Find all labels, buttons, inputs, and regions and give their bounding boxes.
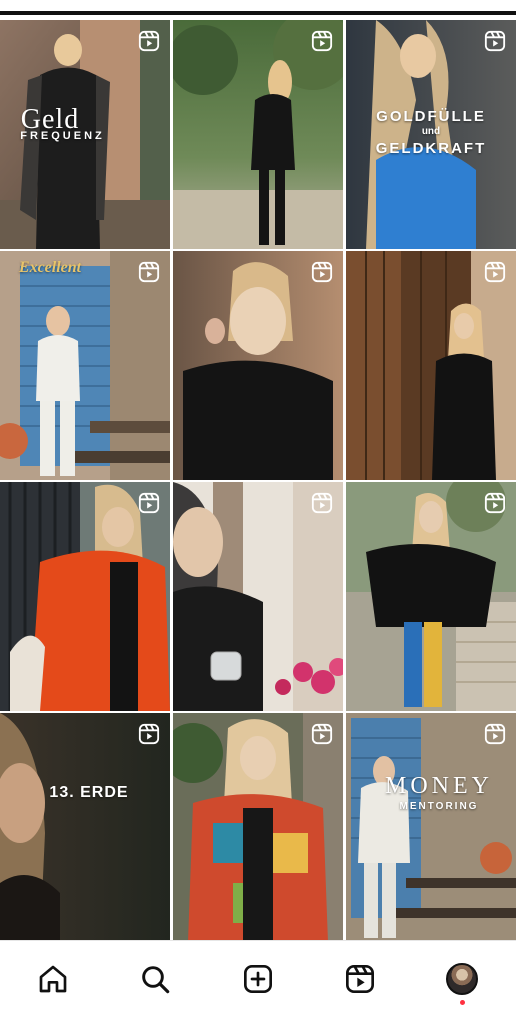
post-image <box>0 482 170 711</box>
reels-icon <box>138 723 160 745</box>
post-thumbnail[interactable] <box>173 713 343 942</box>
post-overlay-subtitle: FREQUENZ <box>20 130 105 142</box>
top-divider <box>0 11 516 15</box>
post-grid: Geld FREQUENZ GOLDFÜLLE und GELDKRAFT Ex… <box>0 20 516 942</box>
plus-square-icon <box>244 965 272 993</box>
post-thumbnail[interactable] <box>0 482 170 711</box>
nav-search-button[interactable] <box>137 961 173 997</box>
post-image <box>346 251 516 480</box>
post-overlay-title: 13. ERDE <box>49 784 129 801</box>
reels-icon <box>138 30 160 52</box>
post-image <box>173 713 343 942</box>
post-image <box>173 20 343 249</box>
post-thumbnail[interactable] <box>173 251 343 480</box>
reels-icon <box>311 261 333 283</box>
reels-icon <box>484 723 506 745</box>
post-image <box>346 482 516 711</box>
nav-home-button[interactable] <box>35 961 71 997</box>
reels-icon <box>484 30 506 52</box>
reels-icon <box>484 261 506 283</box>
reels-icon <box>346 965 374 993</box>
reels-icon <box>311 492 333 514</box>
reels-icon <box>311 30 333 52</box>
post-thumbnail[interactable]: Excellent <box>0 251 170 480</box>
post-thumbnail[interactable]: GOLDFÜLLE und GELDKRAFT <box>346 20 516 249</box>
avatar <box>446 963 478 995</box>
notification-dot <box>460 1000 465 1005</box>
post-image <box>0 713 170 942</box>
post-thumbnail[interactable]: Geld FREQUENZ <box>0 20 170 249</box>
reels-icon <box>138 261 160 283</box>
post-image <box>346 713 516 942</box>
top-status-strip <box>0 0 516 20</box>
post-thumbnail[interactable] <box>346 251 516 480</box>
post-thumbnail[interactable]: MONEY MENTORING <box>346 713 516 942</box>
post-image <box>173 482 343 711</box>
home-icon <box>39 965 67 993</box>
post-overlay-connector: und <box>421 126 441 137</box>
reels-icon <box>138 492 160 514</box>
post-overlay-title: GOLDFÜLLE <box>376 108 486 125</box>
post-thumbnail[interactable]: 13. ERDE <box>0 713 170 942</box>
search-icon <box>142 966 170 994</box>
nav-create-button[interactable] <box>240 961 276 997</box>
post-image <box>173 251 343 480</box>
post-overlay-subtitle: GELDKRAFT <box>375 140 487 157</box>
post-thumbnail[interactable] <box>173 482 343 711</box>
post-thumbnail[interactable] <box>173 20 343 249</box>
bottom-nav <box>0 941 516 1024</box>
post-thumbnail[interactable] <box>346 482 516 711</box>
reels-icon <box>484 492 506 514</box>
post-overlay-subtitle: MENTORING <box>399 801 479 812</box>
nav-reels-button[interactable] <box>342 961 378 997</box>
reels-icon <box>311 723 333 745</box>
post-overlay-title: MONEY <box>385 773 493 799</box>
post-image <box>0 251 170 480</box>
nav-profile-button[interactable] <box>444 961 480 997</box>
